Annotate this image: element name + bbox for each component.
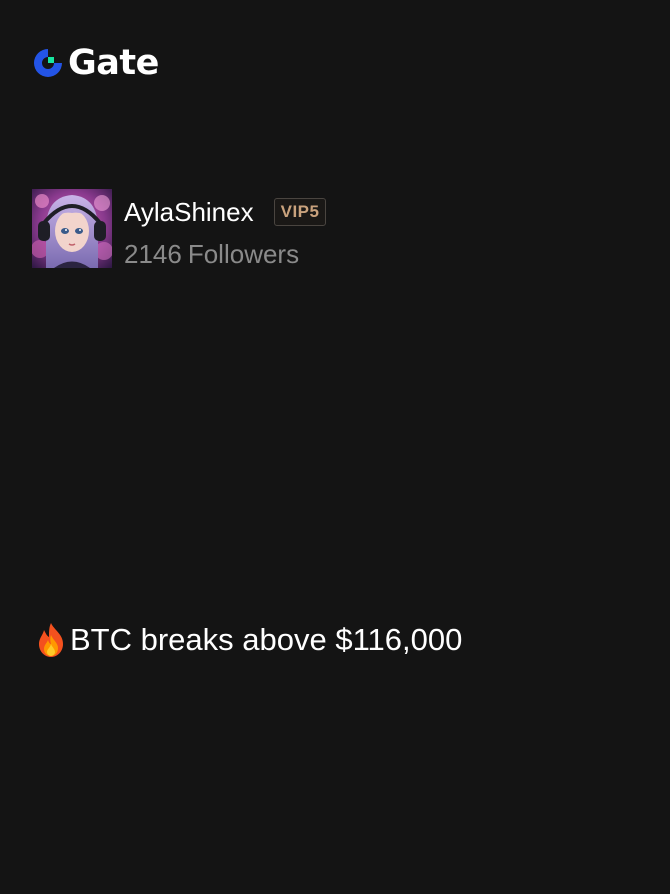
headline-text: BTC breaks above $116,000 [70,622,463,657]
followers-count: 2146 [124,239,182,269]
gate-logo-icon [34,49,62,77]
profile-info: AylaShinex VIP5 2146 Followers [124,189,327,271]
fire-icon [39,623,63,657]
gate-logo[interactable]: Gate [32,43,159,83]
brand-name: Gate [68,43,159,83]
post-headline: BTC breaks above $116,000 [34,620,462,660]
followers: 2146 Followers [124,237,326,271]
avatar[interactable] [32,189,112,268]
followers-label: Followers [187,239,300,269]
username[interactable]: AylaShinex [124,195,254,229]
name-row: AylaShinex VIP5 [124,195,327,229]
vip-badge: VIP5 [273,198,327,226]
author-profile[interactable]: AylaShinex VIP5 2146 Followers [32,189,327,271]
